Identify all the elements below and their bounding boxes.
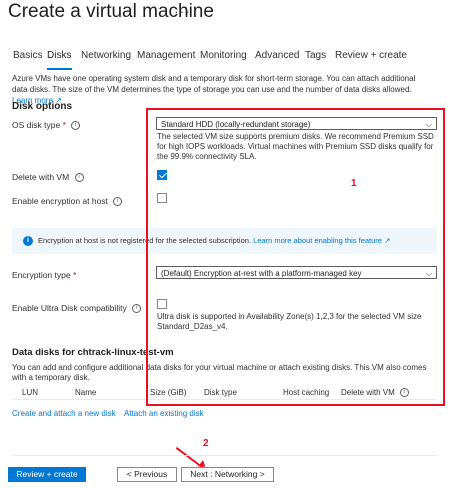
disk-options-heading: Disk options bbox=[12, 101, 73, 112]
next-networking-button[interactable]: Next : Networking > bbox=[181, 467, 274, 482]
info-icon[interactable]: i bbox=[113, 197, 123, 207]
info-icon[interactable]: i bbox=[74, 173, 84, 183]
tab-advanced[interactable]: Advanced bbox=[255, 50, 299, 61]
os-disk-type-label-text: OS disk type bbox=[12, 120, 61, 130]
required-marker: * bbox=[62, 120, 66, 130]
footer-divider bbox=[12, 455, 437, 456]
delete-with-vm-label-text: Delete with VM bbox=[12, 172, 70, 182]
encryption-at-host-label: Enable encryption at host i bbox=[12, 196, 123, 207]
column-header-name: Name bbox=[75, 388, 97, 397]
tab-monitoring[interactable]: Monitoring bbox=[200, 50, 247, 61]
attach-existing-disk-link[interactable]: Attach an existing disk bbox=[124, 409, 204, 418]
ultra-disk-label: Enable Ultra Disk compatibility i bbox=[12, 303, 142, 314]
annotation-label-1: 1 bbox=[351, 178, 357, 189]
intro-text: Azure VMs have one operating system disk… bbox=[12, 74, 416, 94]
required-marker: * bbox=[72, 270, 77, 280]
annotation-box-1 bbox=[146, 108, 445, 406]
encryption-type-label-text: Encryption type bbox=[12, 270, 71, 280]
os-disk-type-label: OS disk type * i bbox=[12, 120, 81, 131]
tab-management[interactable]: Management bbox=[137, 50, 195, 61]
more-options-icon[interactable]: ··· bbox=[174, 3, 191, 19]
column-header-lun: LUN bbox=[22, 388, 39, 397]
review-create-button[interactable]: Review + create bbox=[8, 467, 86, 482]
active-tab-indicator bbox=[47, 68, 72, 70]
tab-disks[interactable]: Disks bbox=[47, 50, 71, 61]
previous-button[interactable]: < Previous bbox=[117, 467, 177, 482]
info-icon[interactable]: i bbox=[71, 121, 81, 131]
encryption-at-host-label-text: Enable encryption at host bbox=[12, 196, 108, 206]
info-circle-icon: i bbox=[23, 236, 33, 246]
annotation-label-2: 2 bbox=[203, 438, 209, 449]
delete-with-vm-label: Delete with VM i bbox=[12, 172, 84, 183]
tab-tags[interactable]: Tags bbox=[305, 50, 326, 61]
encryption-type-label: Encryption type * bbox=[12, 270, 76, 280]
tab-networking[interactable]: Networking bbox=[81, 50, 131, 61]
info-icon[interactable]: i bbox=[132, 304, 142, 314]
intro-description: Azure VMs have one operating system disk… bbox=[12, 73, 432, 106]
tab-basics[interactable]: Basics bbox=[13, 50, 42, 61]
ultra-disk-label-text: Enable Ultra Disk compatibility bbox=[12, 303, 127, 313]
create-attach-disk-link[interactable]: Create and attach a new disk bbox=[12, 409, 116, 418]
tab-review-create[interactable]: Review + create bbox=[335, 50, 407, 61]
